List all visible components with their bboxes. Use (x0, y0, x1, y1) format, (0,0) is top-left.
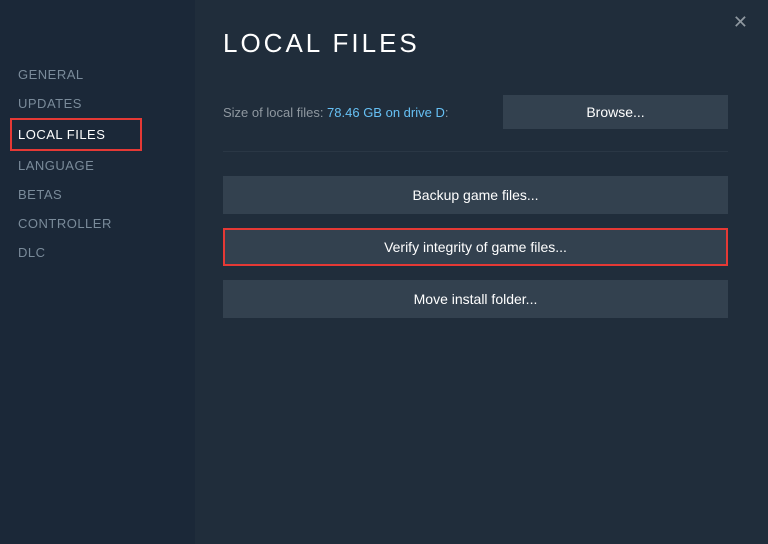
verify-button[interactable]: Verify integrity of game files... (223, 228, 728, 266)
sidebar: GENERAL UPDATES LOCAL FILES LANGUAGE BET… (0, 0, 195, 544)
sidebar-item-updates[interactable]: UPDATES (18, 89, 195, 118)
size-info-row: Size of local files: 78.46 GB on drive D… (223, 95, 728, 129)
close-icon[interactable]: ✕ (729, 8, 752, 37)
browse-button[interactable]: Browse... (503, 95, 728, 129)
main-panel: ✕ LOCAL FILES Size of local files: 78.46… (195, 0, 768, 544)
size-colon: : (445, 105, 449, 120)
backup-button[interactable]: Backup game files... (223, 176, 728, 214)
size-label-text: Size of local files: (223, 105, 327, 120)
size-label: Size of local files: 78.46 GB on drive D… (223, 105, 448, 120)
sidebar-item-controller[interactable]: CONTROLLER (18, 209, 195, 238)
divider (223, 151, 728, 152)
sidebar-item-dlc[interactable]: DLC (18, 238, 195, 267)
sidebar-item-language[interactable]: LANGUAGE (18, 151, 195, 180)
sidebar-item-local-files[interactable]: LOCAL FILES (10, 118, 142, 151)
size-value: 78.46 GB on drive D (327, 105, 445, 120)
sidebar-item-betas[interactable]: BETAS (18, 180, 195, 209)
sidebar-item-general[interactable]: GENERAL (18, 60, 195, 89)
page-title: LOCAL FILES (223, 28, 728, 59)
move-button[interactable]: Move install folder... (223, 280, 728, 318)
